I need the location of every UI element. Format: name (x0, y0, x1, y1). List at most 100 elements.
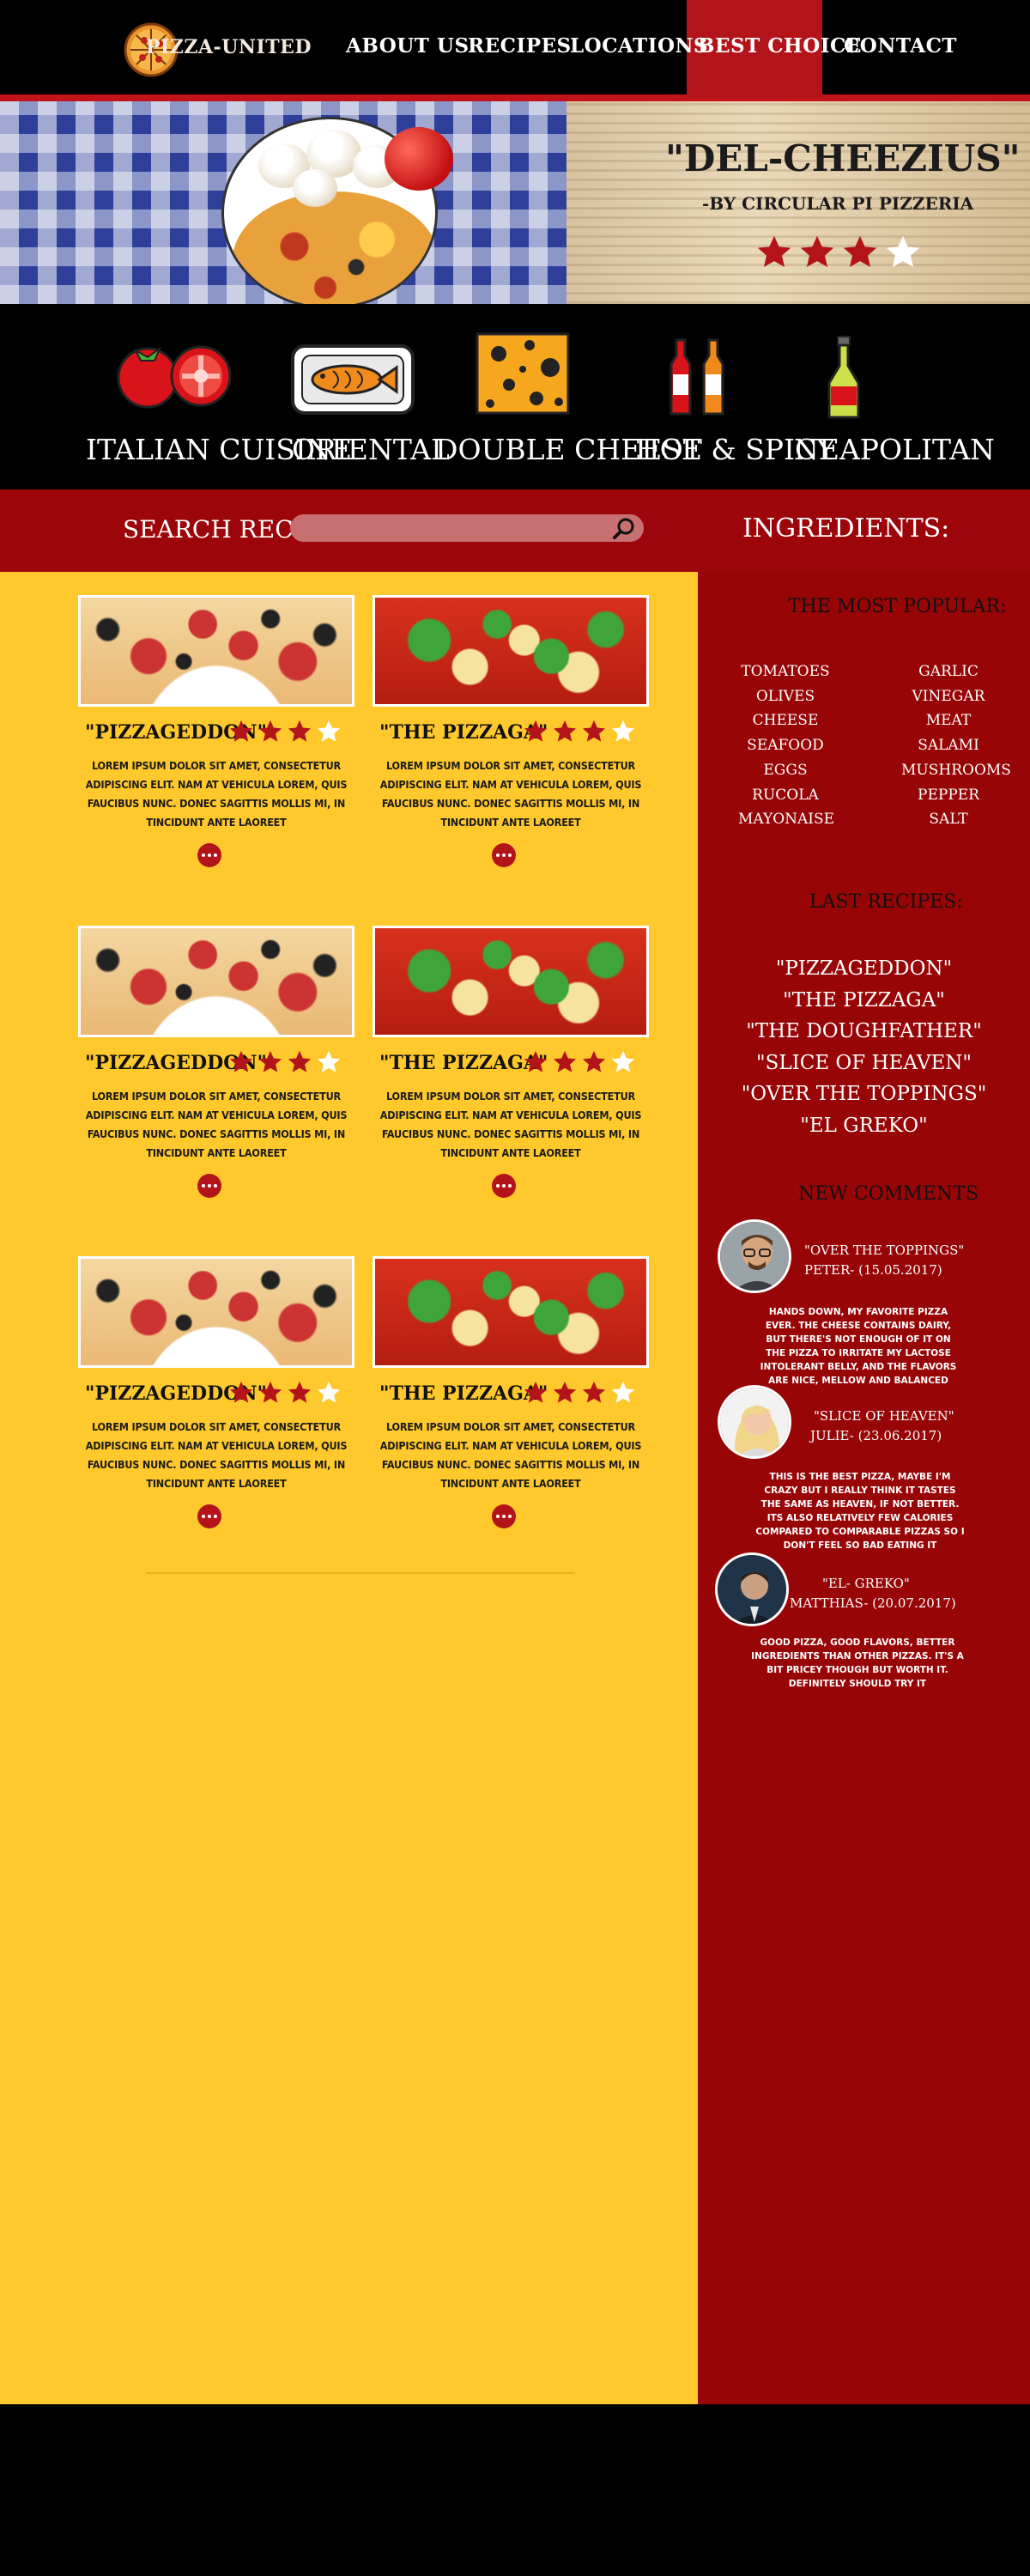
star-filled-icon[interactable] (258, 1049, 283, 1075)
ingredient-link[interactable]: VINEGAR (901, 688, 996, 705)
nav-locations[interactable]: LOCATIONS (570, 34, 708, 58)
star-filled-icon[interactable] (523, 1049, 548, 1075)
avatar[interactable] (718, 1219, 791, 1293)
popular-ingredients-title: THE MOST POPULAR: (788, 596, 1007, 617)
ingredient-link[interactable]: MEAT (901, 712, 996, 729)
search-input[interactable] (290, 514, 644, 542)
recipe-rating (523, 719, 636, 744)
comment-author: MATTHIAS- (20.07.2017) (790, 1595, 956, 1611)
ingredient-link[interactable]: SEAFOOD (738, 737, 833, 754)
ingredient-link[interactable]: RUCOLA (738, 787, 833, 804)
recipe-rating (523, 1380, 636, 1406)
category-hot-and-spicy[interactable]: HOT & SPICY (635, 304, 835, 489)
recipe-image[interactable] (78, 926, 354, 1037)
recipe-image[interactable] (373, 926, 649, 1037)
nav-recipes[interactable]: RECIPES (468, 34, 572, 58)
new-comments-title: NEW COMMENTS (798, 1183, 978, 1205)
ingredient-link[interactable]: OLIVES (738, 688, 833, 705)
more-options-button[interactable] (492, 1174, 516, 1198)
star-filled-icon[interactable] (552, 719, 578, 744)
nav-divider (0, 94, 1030, 101)
last-recipes-title: LAST RECIPES: (809, 891, 963, 913)
category-neapolitan[interactable]: NEAPOLITAN (790, 304, 995, 489)
recipe-rating (523, 1049, 636, 1075)
ingredient-link[interactable]: EGGS (738, 762, 833, 779)
star-filled-icon[interactable] (287, 719, 312, 744)
star-filled-icon[interactable] (228, 719, 254, 744)
ingredient-link[interactable]: CHEESE (738, 712, 833, 729)
more-options-button[interactable] (197, 1174, 221, 1198)
recipe-rating (228, 719, 342, 744)
star-filled-icon[interactable] (228, 1049, 254, 1075)
avatar[interactable] (715, 1552, 789, 1626)
last-recipe-link[interactable]: "EL GREKO" (698, 1115, 1030, 1137)
star-filled-icon[interactable] (581, 1049, 607, 1075)
star-filled-icon[interactable] (523, 719, 548, 744)
star-filled-icon[interactable] (228, 1380, 254, 1406)
comment-recipe[interactable]: "OVER THE TOPPINGS" (804, 1242, 964, 1258)
nav-about-us[interactable]: ABOUT US (346, 34, 470, 58)
ingredient-link[interactable]: PEPPER (901, 787, 996, 804)
comment-author: JULIE- (23.06.2017) (810, 1428, 942, 1443)
star-empty-icon[interactable] (610, 1380, 636, 1406)
star-filled-icon[interactable] (552, 1049, 578, 1075)
ingredient-link[interactable]: MUSHROOMS (901, 762, 1011, 779)
recipe-image[interactable] (78, 1256, 354, 1368)
star-empty-icon[interactable] (884, 234, 922, 271)
star-empty-icon[interactable] (316, 1049, 342, 1075)
nav-best-choice[interactable]: BEST CHOICE (698, 34, 862, 58)
ingredient-link[interactable]: GARLIC (901, 663, 996, 680)
hero-subtitle: -BY CIRCULAR PI PIZZERIA (702, 193, 974, 214)
comment-recipe[interactable]: "EL- GREKO" (822, 1576, 910, 1591)
star-filled-icon[interactable] (523, 1380, 548, 1406)
category-double-cheese[interactable]: DOUBLE CHEESE (433, 304, 702, 489)
recipe-description: LOREM IPSUM DOLOR SIT AMET, CONSECTETUR … (85, 1420, 348, 1490)
recipe-image[interactable] (373, 1256, 649, 1368)
star-empty-icon[interactable] (316, 719, 342, 744)
last-recipe-link[interactable]: "SLICE OF HEAVEN" (698, 1052, 1030, 1074)
recipe-description: LOREM IPSUM DOLOR SIT AMET, CONSECTETUR … (85, 1090, 348, 1159)
ingredient-link[interactable]: MAYONAISE (738, 811, 834, 828)
recipe-description: LOREM IPSUM DOLOR SIT AMET, CONSECTETUR … (379, 1090, 642, 1159)
avatar[interactable] (718, 1385, 791, 1459)
cheese-icon (475, 331, 571, 419)
star-filled-icon[interactable] (258, 1380, 283, 1406)
last-recipe-link[interactable]: "PIZZAGEDDON" (698, 957, 1030, 980)
star-filled-icon[interactable] (755, 234, 793, 271)
star-filled-icon[interactable] (287, 1380, 312, 1406)
star-filled-icon[interactable] (841, 234, 879, 271)
star-empty-icon[interactable] (610, 1049, 636, 1075)
last-recipe-link[interactable]: "THE DOUGHFATHER" (698, 1020, 1030, 1042)
recipe-image[interactable] (78, 595, 354, 707)
ingredient-link[interactable]: SALAMI (901, 737, 996, 754)
more-options-button[interactable] (197, 843, 221, 867)
last-recipe-link[interactable]: "OVER THE TOPPINGS" (698, 1083, 1030, 1105)
category-italian-cuisine[interactable]: ITALIAN CUISINE (82, 304, 352, 489)
recipe-image[interactable] (373, 595, 649, 707)
last-recipe-link[interactable]: "THE PIZZAGA" (698, 989, 1030, 1012)
sauce-bottles-icon (664, 335, 733, 421)
comment-body: THIS IS THE BEST PIZZA, MAYBE I'M CRAZY … (755, 1472, 965, 1551)
search-icon[interactable] (611, 515, 637, 541)
star-filled-icon[interactable] (798, 234, 836, 271)
fish-icon (290, 343, 415, 419)
more-options-button[interactable] (492, 843, 516, 867)
brand-name[interactable]: PIZZA-UNITED (146, 36, 312, 58)
ingredient-link[interactable]: TOMATOES (738, 663, 833, 680)
star-filled-icon[interactable] (287, 1049, 312, 1075)
star-empty-icon[interactable] (316, 1380, 342, 1406)
ingredient-link[interactable]: SALT (901, 811, 996, 828)
star-filled-icon[interactable] (581, 1380, 607, 1406)
tomato-image (385, 127, 453, 191)
star-filled-icon[interactable] (258, 719, 283, 744)
star-empty-icon[interactable] (610, 719, 636, 744)
star-filled-icon[interactable] (552, 1380, 578, 1406)
more-options-button[interactable] (197, 1504, 221, 1528)
comment-author: PETER- (15.05.2017) (804, 1262, 942, 1278)
category-oriental[interactable]: ORIENTAL (283, 304, 450, 489)
more-options-button[interactable] (492, 1504, 516, 1528)
nav-contact[interactable]: CONTACT (844, 34, 957, 58)
comment-recipe[interactable]: "SLICE OF HEAVEN" (814, 1408, 954, 1424)
recipe-rating (228, 1049, 342, 1075)
star-filled-icon[interactable] (581, 719, 607, 744)
